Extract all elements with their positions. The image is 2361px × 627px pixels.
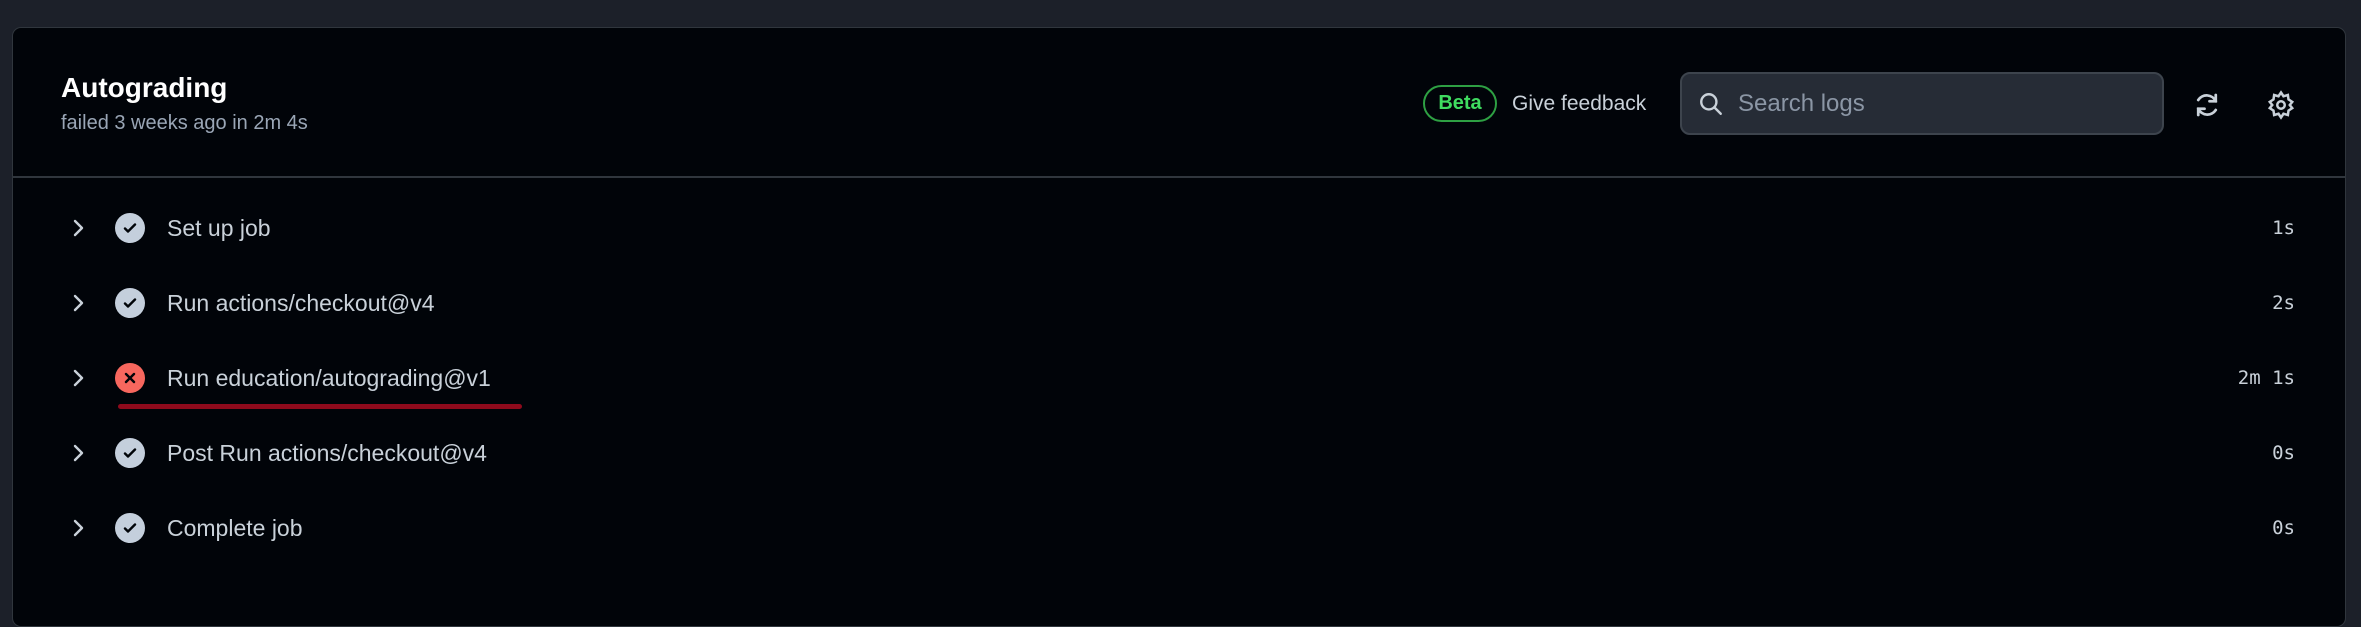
step-label: Run education/autograding@v1 <box>167 364 491 391</box>
step-row[interactable]: Run actions/checkout@v4 2s <box>13 273 2345 333</box>
check-circle-icon <box>115 288 145 318</box>
step-row[interactable]: Run education/autograding@v1 2m 1s <box>13 348 2345 408</box>
x-circle-icon <box>115 363 145 393</box>
step-row[interactable]: Post Run actions/checkout@v4 0s <box>13 423 2345 483</box>
step-row[interactable]: Set up job 1s <box>13 198 2345 258</box>
step-label: Set up job <box>167 214 271 241</box>
check-circle-icon <box>115 513 145 543</box>
search-icon <box>1700 92 1722 115</box>
beta-badge: Beta <box>1423 85 1497 122</box>
step-label: Post Run actions/checkout@v4 <box>167 439 487 466</box>
check-circle-icon <box>115 438 145 468</box>
step-label: Run actions/checkout@v4 <box>167 289 435 316</box>
step-duration: 2m 1s <box>2237 367 2295 389</box>
chevron-right-icon[interactable] <box>71 443 87 463</box>
step-row[interactable]: Complete job 0s <box>13 498 2345 558</box>
step-duration: 0s <box>2272 517 2295 539</box>
chevron-right-icon[interactable] <box>71 218 87 238</box>
gear-icon <box>2267 90 2295 120</box>
chevron-right-icon[interactable] <box>71 293 87 313</box>
job-logs-panel: Autograding failed 3 weeks ago in 2m 4s … <box>12 27 2346 627</box>
step-duration: 0s <box>2272 442 2295 464</box>
settings-button[interactable] <box>2264 88 2298 122</box>
search-logs-box[interactable] <box>1680 72 2164 135</box>
job-title: Autograding <box>61 72 228 103</box>
give-feedback-link[interactable]: Give feedback <box>1512 92 1646 116</box>
refresh-button[interactable] <box>2190 88 2224 122</box>
job-header: Autograding failed 3 weeks ago in 2m 4s … <box>13 28 2345 178</box>
check-circle-icon <box>115 213 145 243</box>
step-label: Complete job <box>167 514 303 541</box>
failed-step-underline <box>118 404 522 409</box>
search-logs-input[interactable] <box>1738 89 2118 118</box>
chevron-right-icon[interactable] <box>71 518 87 538</box>
job-status-summary: failed 3 weeks ago in 2m 4s <box>61 112 308 134</box>
chevron-right-icon[interactable] <box>71 368 87 388</box>
step-duration: 1s <box>2272 217 2295 239</box>
step-duration: 2s <box>2272 292 2295 314</box>
refresh-icon <box>2196 93 2218 117</box>
